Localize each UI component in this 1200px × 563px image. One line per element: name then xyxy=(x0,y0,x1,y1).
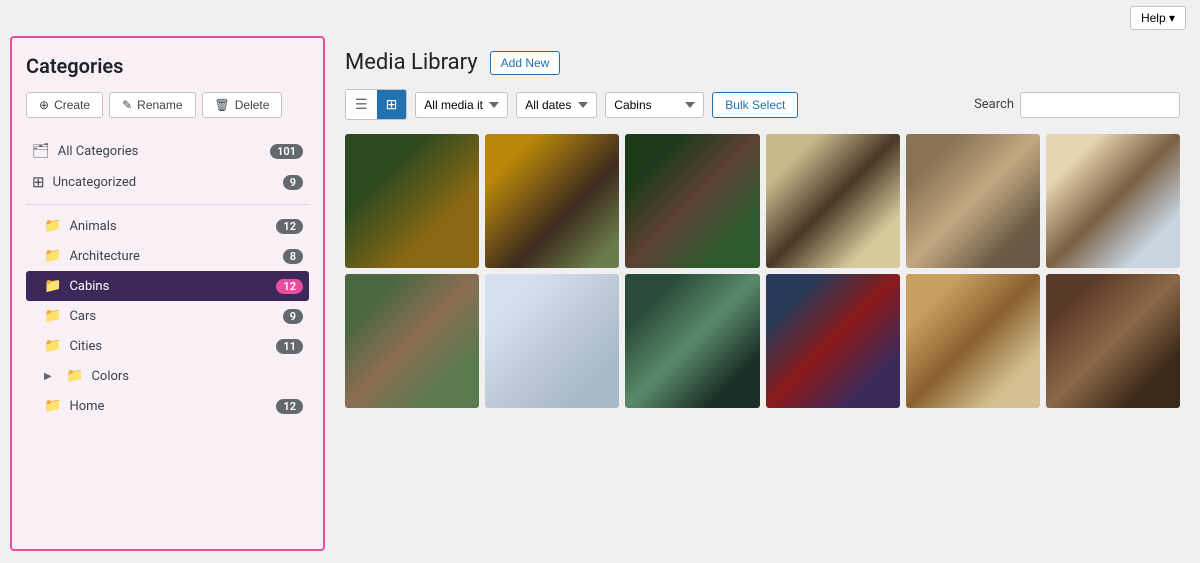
help-button[interactable]: Help ▾ xyxy=(1130,6,1186,30)
trash-icon: 🗑 xyxy=(215,98,230,112)
create-icon: ⊕ xyxy=(39,98,49,112)
sidebar-item-cars[interactable]: 📁 Cars 9 xyxy=(26,301,309,331)
folder-icon: 📁 xyxy=(44,248,61,264)
folder-icon: 📁 xyxy=(44,398,61,414)
media-toolbar: ☰ ⊞ All media it Images Videos All dates… xyxy=(345,89,1180,120)
view-toggle: ☰ ⊞ xyxy=(345,89,407,120)
main-content: Media Library Add New ☰ ⊞ All media it I… xyxy=(325,36,1200,561)
sidebar-item-colors[interactable]: ▶ 📁 Colors xyxy=(26,361,309,391)
media-grid xyxy=(345,134,1180,408)
cat-label: Animals xyxy=(69,219,268,234)
page-title: Media Library xyxy=(345,50,478,75)
sidebar-item-cabins[interactable]: 📁 Cabins 12 xyxy=(26,271,309,301)
rename-icon: ✎ xyxy=(122,98,132,112)
sidebar-item-cities[interactable]: 📁 Cities 11 xyxy=(26,331,309,361)
cat-count: 101 xyxy=(270,144,303,159)
media-thumbnail[interactable] xyxy=(906,274,1040,408)
add-new-button[interactable]: Add New xyxy=(490,51,561,75)
list-view-button[interactable]: ☰ xyxy=(346,90,377,119)
cat-count: 9 xyxy=(283,175,303,190)
sidebar-item-architecture[interactable]: 📁 Architecture 8 xyxy=(26,241,309,271)
sidebar-title: Categories xyxy=(26,54,309,78)
sidebar-item-all-categories[interactable]: 🗂 All Categories 101 xyxy=(26,136,309,166)
grid-icon: ⊞ xyxy=(32,173,45,191)
folder-icon: 📁 xyxy=(44,338,61,354)
media-thumbnail[interactable] xyxy=(485,274,619,408)
media-thumbnail[interactable] xyxy=(345,274,479,408)
create-button[interactable]: ⊕ Create xyxy=(26,92,103,118)
cat-label: Home xyxy=(69,399,268,414)
media-header: Media Library Add New xyxy=(345,50,1180,75)
folder-icon: 📁 xyxy=(66,368,83,384)
media-thumbnail[interactable] xyxy=(485,134,619,268)
media-thumbnail[interactable] xyxy=(766,274,900,408)
media-type-filter[interactable]: All media it Images Videos xyxy=(415,92,508,118)
media-thumbnail[interactable] xyxy=(766,134,900,268)
sidebar-item-animals[interactable]: 📁 Animals 12 xyxy=(26,211,309,241)
main-layout: Categories ⊕ Create ✎ Rename 🗑 Delete 🗂 … xyxy=(0,36,1200,561)
media-thumbnail[interactable] xyxy=(345,134,479,268)
divider xyxy=(26,204,309,205)
search-area: Search xyxy=(974,92,1180,118)
grid-icon: 🗂 xyxy=(32,143,50,159)
cat-count: 12 xyxy=(276,219,303,234)
sidebar-actions: ⊕ Create ✎ Rename 🗑 Delete xyxy=(26,92,309,118)
cat-label: Uncategorized xyxy=(53,175,275,190)
folder-icon: 📁 xyxy=(44,218,61,234)
categories-sidebar: Categories ⊕ Create ✎ Rename 🗑 Delete 🗂 … xyxy=(10,36,325,551)
bulk-select-button[interactable]: Bulk Select xyxy=(712,92,798,118)
date-filter[interactable]: All dates 2023 2022 xyxy=(516,92,597,118)
category-filter[interactable]: Cabins Animals Architecture Cars Cities xyxy=(605,92,704,118)
media-thumbnail[interactable] xyxy=(1046,274,1180,408)
cat-label: Architecture xyxy=(69,249,274,264)
cat-label: Cars xyxy=(69,309,274,324)
sidebar-item-uncategorized[interactable]: ⊞ Uncategorized 9 xyxy=(26,166,309,198)
folder-icon: 📁 xyxy=(44,278,61,294)
search-input[interactable] xyxy=(1020,92,1180,118)
category-list: 🗂 All Categories 101 ⊞ Uncategorized 9 📁… xyxy=(26,136,309,421)
cat-count: 8 xyxy=(283,249,303,264)
cat-label: Cities xyxy=(69,339,268,354)
media-thumbnail[interactable] xyxy=(625,134,759,268)
sidebar-item-home[interactable]: 📁 Home 12 xyxy=(26,391,309,421)
cat-count: 12 xyxy=(276,279,303,294)
rename-label: Rename xyxy=(137,98,182,112)
grid-view-button[interactable]: ⊞ xyxy=(377,90,407,119)
cat-label: Cabins xyxy=(69,279,268,294)
delete-button[interactable]: 🗑 Delete xyxy=(202,92,283,118)
media-thumbnail[interactable] xyxy=(906,134,1040,268)
cat-label: All Categories xyxy=(58,144,262,159)
cat-label: Colors xyxy=(91,369,303,384)
media-thumbnail[interactable] xyxy=(625,274,759,408)
media-thumbnail[interactable] xyxy=(1046,134,1180,268)
create-label: Create xyxy=(54,98,90,112)
folder-icon: 📁 xyxy=(44,308,61,324)
cat-count: 9 xyxy=(283,309,303,324)
rename-button[interactable]: ✎ Rename xyxy=(109,92,195,118)
cat-count: 11 xyxy=(276,339,303,354)
chevron-right-icon: ▶ xyxy=(44,371,58,382)
delete-label: Delete xyxy=(235,98,270,112)
cat-count: 12 xyxy=(276,399,303,414)
top-bar: Help ▾ xyxy=(0,0,1200,36)
search-label: Search xyxy=(974,97,1014,112)
